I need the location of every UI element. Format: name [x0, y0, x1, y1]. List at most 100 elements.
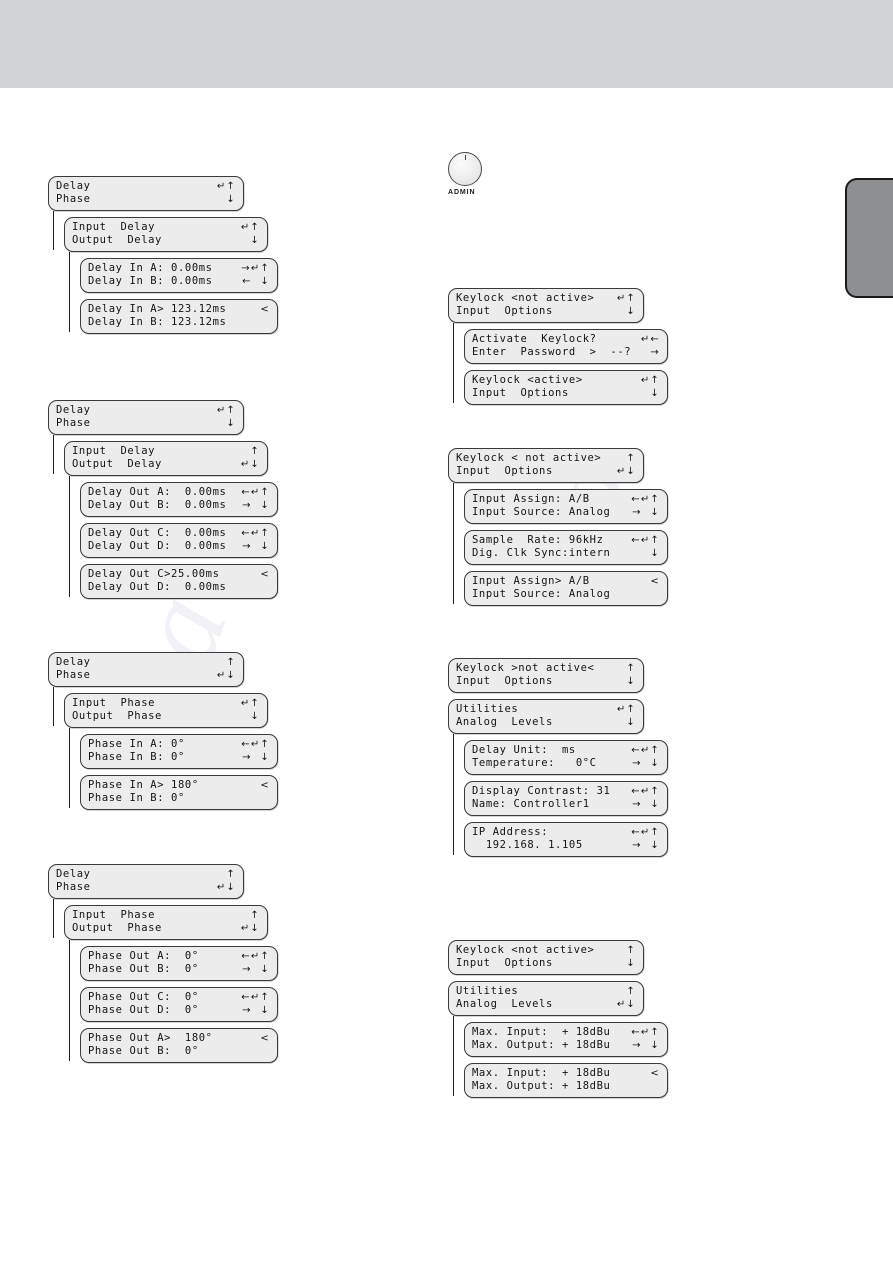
lcd-line-text: Sample Rate: 96kHz	[472, 534, 604, 546]
lcd-key-hints: ↓	[626, 958, 636, 969]
lcd-screen[interactable]: Delay Out C>25.00ms < Delay Out D: 0.00ms	[80, 564, 278, 599]
lcd-line: Output Phase ↓	[72, 710, 260, 723]
lcd-line-text: Phase	[56, 669, 91, 681]
lcd-key-hints: ↑	[250, 446, 260, 457]
lcd-line: Dig. Clk Sync:intern ↓	[472, 547, 660, 560]
lcd-key-hints: <	[260, 304, 270, 315]
lcd-line: Delay Unit: ms ←↵↑	[472, 744, 660, 757]
lcd-screen[interactable]: Delay ↵↑ Phase ↓	[48, 400, 244, 435]
lcd-screen[interactable]: Input Phase ↵↑ Output Phase ↓	[64, 693, 268, 728]
lcd-line: Keylock < not active> ↑	[456, 452, 636, 465]
lcd-line-text: Keylock <not active>	[456, 944, 595, 956]
lcd-line: Phase Out D: 0° → ↓	[88, 1004, 270, 1017]
lcd-line: Delay Out A: 0.00ms ←↵↑	[88, 486, 270, 499]
lcd-screen[interactable]: Delay ↑ Phase ↵↓	[48, 652, 244, 687]
lcd-screen[interactable]: Phase In A> 180° < Phase In B: 0°	[80, 775, 278, 810]
lcd-key-hints: ↵↓	[240, 459, 260, 470]
menu-connector-line	[69, 252, 70, 332]
lcd-line-text: Phase	[56, 881, 91, 893]
lcd-line: Max. Input: + 18dBu ←↵↑	[472, 1026, 660, 1039]
lcd-line-text: IP Address:	[472, 826, 549, 838]
lcd-line: Analog Levels ↵↓	[456, 998, 636, 1011]
lcd-key-hints: ↵↑	[216, 181, 236, 192]
lcd-screen[interactable]: Delay In A: 0.00ms →↵↑ Delay In B: 0.00ms ←…	[80, 258, 278, 293]
lcd-screen[interactable]: Sample Rate: 96kHz ←↵↑ Dig. Clk Sync:inter…	[464, 530, 668, 565]
lcd-screen[interactable]: Input Delay ↵↑ Output Delay ↓	[64, 217, 268, 252]
rotary-knob-icon[interactable]	[448, 152, 482, 186]
lcd-line-text: Delay Out B: 0.00ms	[88, 499, 227, 511]
lcd-screen[interactable]: Max. Input: + 18dBu < Max. Output: + 18dBu	[464, 1063, 668, 1098]
lcd-screen[interactable]: IP Address: ←↵↑ 192.168. 1.105 → ↓	[464, 822, 668, 857]
lcd-screen[interactable]: Input Phase ↑ Output Phase ↵↓	[64, 905, 268, 940]
lcd-key-hints: ↵↑	[240, 222, 260, 233]
lcd-screen[interactable]: Delay ↑ Phase ↵↓	[48, 864, 244, 899]
lcd-line-text: Phase Out A> 180°	[88, 1032, 213, 1044]
lcd-line-text: Delay	[56, 404, 91, 416]
menu-connector-line	[69, 940, 70, 1061]
lcd-screen[interactable]: Delay ↵↑ Phase ↓	[48, 176, 244, 211]
lcd-key-hints: ↵↓	[216, 670, 236, 681]
lcd-line-text: Temperature: 0°C	[472, 757, 597, 769]
lcd-line: Phase In A> 180° <	[88, 779, 270, 792]
lcd-line: Output Delay ↵↓	[72, 458, 260, 471]
lcd-screen[interactable]: Utilities ↑ Analog Levels ↵↓	[448, 981, 644, 1016]
lcd-line-text: Phase In A: 0°	[88, 738, 185, 750]
lcd-line-text: Max. Input: + 18dBu	[472, 1026, 611, 1038]
lcd-screen[interactable]: Activate Keylock? ↵← Enter Password > --? →	[464, 329, 668, 364]
lcd-screen[interactable]: Phase In A: 0° ←↵↑ Phase In B: 0° → ↓	[80, 734, 278, 769]
lcd-screen[interactable]: Utilities ↵↑ Analog Levels ↓	[448, 699, 644, 734]
lcd-line: Output Phase ↵↓	[72, 922, 260, 935]
lcd-line-text: Keylock <active>	[472, 374, 583, 386]
lcd-screen[interactable]: Phase Out A: 0° ←↵↑ Phase Out B: 0° → ↓	[80, 946, 278, 981]
lcd-line-text: Max. Output: + 18dBu	[472, 1039, 611, 1051]
lcd-screen[interactable]: Keylock <not active> ↑ Input Options ↓	[448, 940, 644, 975]
lcd-line: Max. Output: + 18dBu → ↓	[472, 1039, 660, 1052]
lcd-screen[interactable]: Input Assign> A/B < Input Source: Analog	[464, 571, 668, 606]
lcd-screen[interactable]: Delay Out A: 0.00ms ←↵↑ Delay Out B: 0.00m…	[80, 482, 278, 517]
menu-connector-line	[53, 899, 54, 938]
lcd-key-hints: <	[260, 780, 270, 791]
lcd-line-text: Phase In A> 180°	[88, 779, 199, 791]
lcd-screen[interactable]: Delay In A> 123.12ms < Delay In B: 123.12m…	[80, 299, 278, 334]
lcd-key-hints: → ↓	[242, 500, 270, 511]
lcd-screen[interactable]: Input Delay ↑ Output Delay ↵↓	[64, 441, 268, 476]
lcd-screen[interactable]: Phase Out C: 0° ←↵↑ Phase Out D: 0° → ↓	[80, 987, 278, 1022]
lcd-line-text: Input Options	[456, 957, 553, 969]
lcd-screen[interactable]: Display Contrast: 31 ←↵↑ Name: Controller1…	[464, 781, 668, 816]
lcd-screen[interactable]: Input Assign: A/B ←↵↑ Input Source: Analog…	[464, 489, 668, 524]
lcd-line: Input Options ↓	[456, 305, 636, 318]
lcd-line: Phase In A: 0° ←↵↑	[88, 738, 270, 751]
lcd-line: IP Address: ←↵↑	[472, 826, 660, 839]
lcd-key-hints: ↑	[626, 663, 636, 674]
lcd-line: Keylock >not active< ↑	[456, 662, 636, 675]
lcd-line: Input Source: Analog	[472, 588, 660, 601]
lcd-key-hints: ↑	[626, 986, 636, 997]
lcd-line-text: Phase	[56, 417, 91, 429]
lcd-screen[interactable]: Delay Out C: 0.00ms ←↵↑ Delay Out D: 0.00m…	[80, 523, 278, 558]
lcd-key-hints: ↑	[226, 869, 236, 880]
lcd-screen[interactable]: Keylock < not active> ↑ Input Options ↵↓	[448, 448, 644, 483]
menu-connector-line	[453, 734, 454, 855]
lcd-key-hints: ↑	[626, 945, 636, 956]
lcd-line: Input Phase ↵↑	[72, 697, 260, 710]
lcd-line: Utilities ↑	[456, 985, 636, 998]
lcd-key-hints: ←↵↑	[241, 739, 270, 750]
lcd-screen[interactable]: Keylock <not active> ↵↑ Input Options ↓	[448, 288, 644, 323]
lcd-screen[interactable]: Delay Unit: ms ←↵↑ Temperature: 0°C → ↓	[464, 740, 668, 775]
admin-knob-group[interactable]: ADMIN	[448, 152, 508, 196]
lcd-screen[interactable]: Phase Out A> 180° < Phase Out B: 0°	[80, 1028, 278, 1063]
lcd-screen[interactable]: Max. Input: + 18dBu ←↵↑ Max. Output: + 18d…	[464, 1022, 668, 1057]
lcd-key-hints: ←↵↑	[241, 528, 270, 539]
lcd-line-text: Keylock >not active<	[456, 662, 595, 674]
lcd-screen[interactable]: Keylock >not active< ↑ Input Options ↓	[448, 658, 644, 693]
lcd-screen[interactable]: Keylock <active> ↵↑ Input Options ↓	[464, 370, 668, 405]
lcd-line-text: Phase Out D: 0°	[88, 1004, 199, 1016]
lcd-line: Input Options ↵↓	[456, 465, 636, 478]
lcd-key-hints: ↵↑	[616, 704, 636, 715]
lcd-line-text: Input Assign: A/B	[472, 493, 590, 505]
lcd-line: Delay In A> 123.12ms <	[88, 303, 270, 316]
lcd-line: Max. Input: + 18dBu <	[472, 1067, 660, 1080]
lcd-key-hints: <	[650, 576, 660, 587]
page-header-band	[0, 0, 893, 88]
page-side-tab	[845, 178, 893, 298]
